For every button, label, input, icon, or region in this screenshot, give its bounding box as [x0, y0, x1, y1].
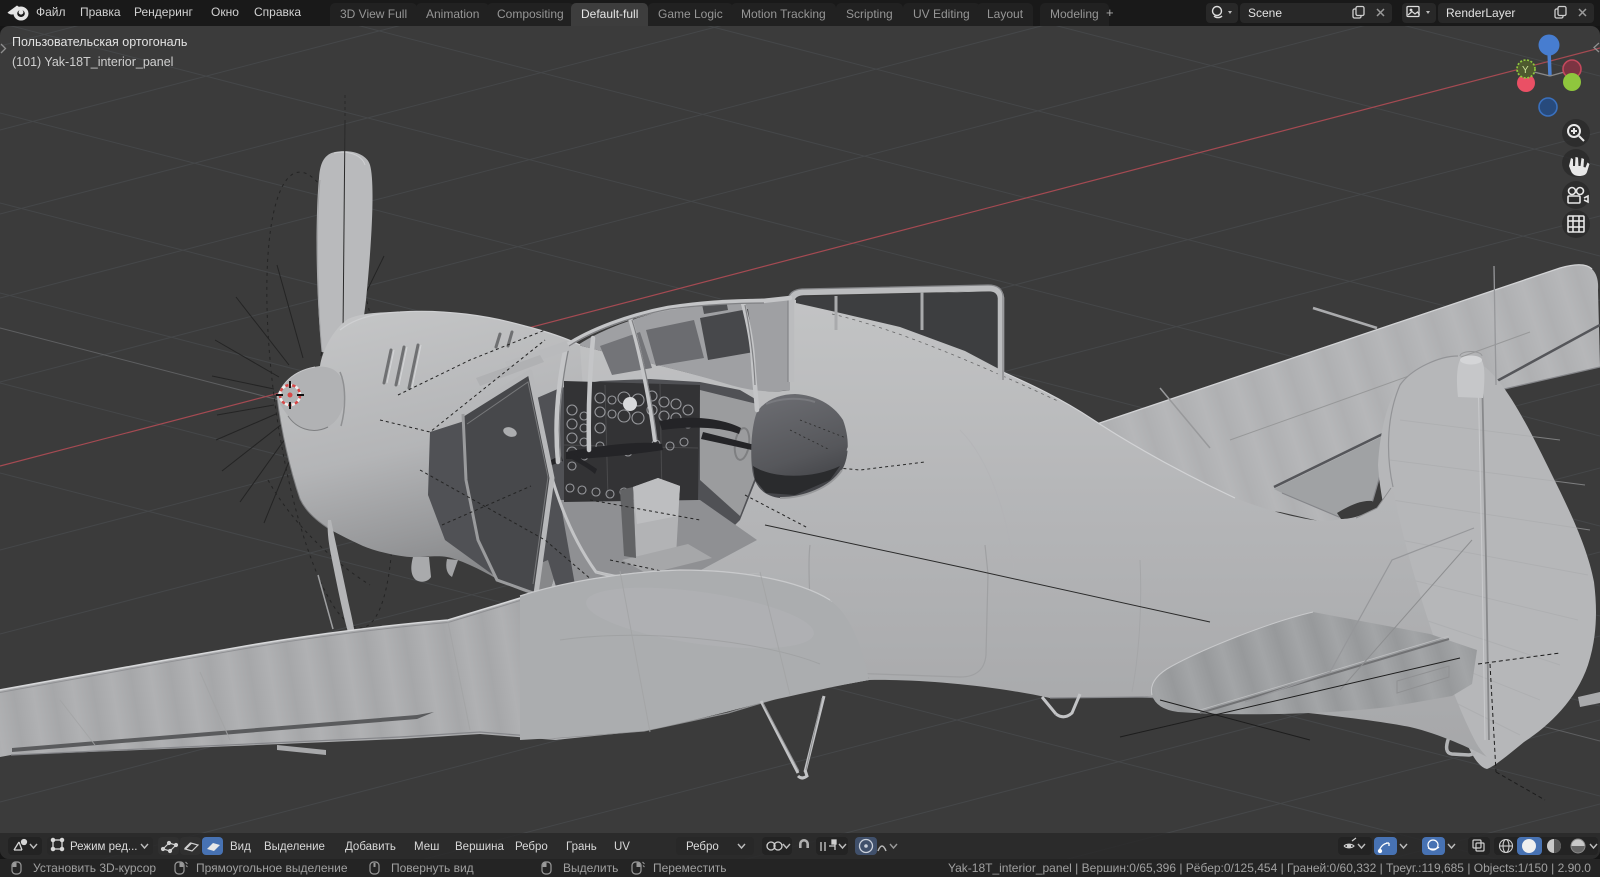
svg-text:Вершина: Вершина — [455, 841, 504, 853]
svg-text:Y: Y — [1522, 65, 1529, 76]
svg-text:Ребро: Ребро — [686, 841, 719, 853]
svg-text:Вид: Вид — [230, 841, 251, 853]
svg-text:Добавить: Добавить — [345, 841, 396, 853]
svg-text:Ребро: Ребро — [515, 841, 548, 853]
svg-text:Меш: Меш — [414, 841, 439, 853]
svg-text:Выделение: Выделение — [264, 841, 325, 853]
svg-text:UV: UV — [614, 841, 630, 853]
svg-text:Пользовательская ортогональ: Пользовательская ортогональ — [12, 35, 187, 49]
svg-text:Режим ред...: Режим ред... — [70, 841, 137, 853]
svg-text:(101) Yak-18T_interior_panel: (101) Yak-18T_interior_panel — [12, 55, 173, 69]
svg-text:Грань: Грань — [566, 841, 597, 853]
